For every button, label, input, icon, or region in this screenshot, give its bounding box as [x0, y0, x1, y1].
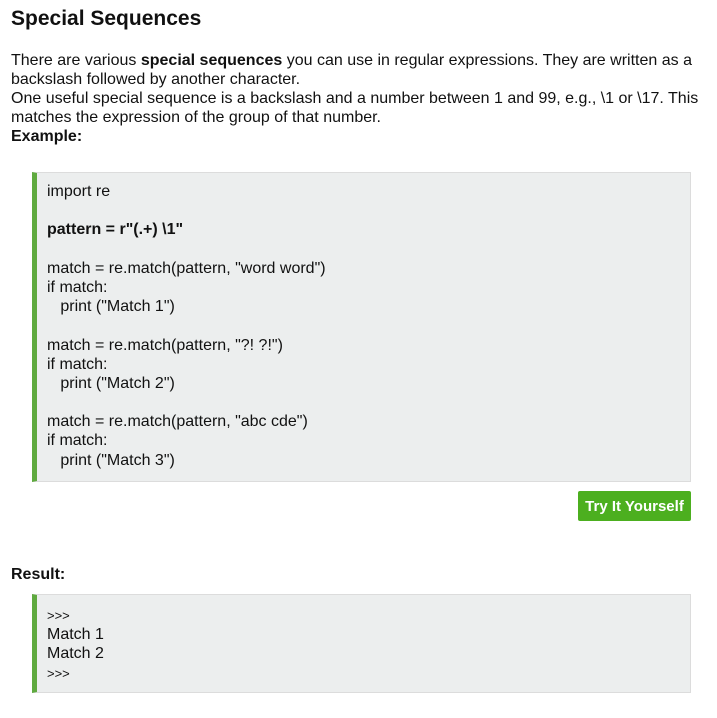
page-title: Special Sequences	[11, 7, 202, 30]
code-line: print ("Match 2")	[47, 374, 175, 392]
output-line: >>>	[47, 665, 70, 681]
intro-paragraph-2: One useful special sequence is a backsla…	[11, 90, 699, 126]
code-line: pattern = r"(.+) \1"	[47, 221, 184, 239]
code-line: match = re.match(pattern, "word word")	[47, 259, 326, 277]
result-label: Result:	[11, 566, 66, 583]
code-line: import re	[47, 183, 111, 200]
output-line: Match 2	[47, 645, 104, 663]
code-line: match = re.match(pattern, "abc cde")	[47, 413, 308, 431]
code-line: print ("Match 3")	[47, 451, 175, 469]
intro-text-emphasis: special sequences	[140, 52, 283, 69]
intro-paragraph-1: There are various special sequences you …	[11, 51, 711, 89]
code-line: if match:	[47, 278, 108, 296]
code-line: print ("Match 1")	[47, 298, 175, 316]
code-line: if match:	[47, 355, 108, 373]
intro-section: There are various special sequences you …	[11, 51, 711, 146]
code-line: if match:	[47, 432, 108, 450]
try-it-yourself-button[interactable]: Try It Yourself	[578, 491, 691, 521]
output-line: Match 1	[47, 626, 104, 644]
output-line: >>>	[47, 608, 70, 623]
code-line: match = re.match(pattern, "?! ?!")	[47, 336, 283, 354]
result-output-block: >>> Match 1 Match 2 >>>	[32, 594, 691, 693]
example-label: Example:	[11, 128, 83, 145]
intro-text-start: There are various	[11, 52, 141, 69]
example-code-block: import re pattern = r"(.+) \1" match = re.…	[32, 172, 691, 482]
